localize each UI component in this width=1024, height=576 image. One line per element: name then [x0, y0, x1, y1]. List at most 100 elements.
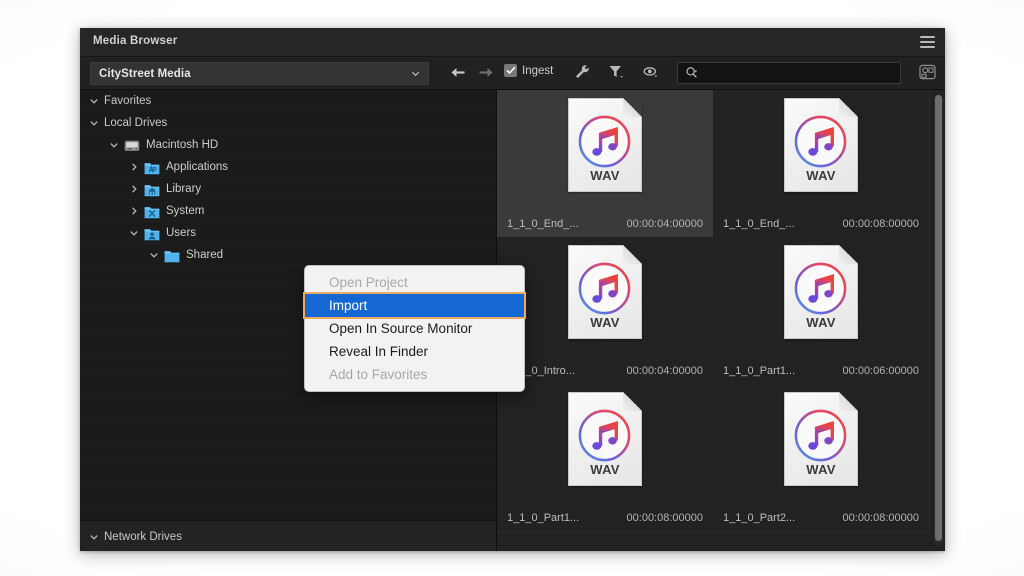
search-input[interactable]	[677, 62, 901, 84]
thumbnail-icon-wrap: WAV	[713, 392, 929, 486]
wav-file-icon: WAV	[568, 98, 642, 192]
context-menu-item-label: Open In Source Monitor	[329, 321, 472, 336]
twisty-down-icon[interactable]	[88, 95, 100, 107]
vertical-scrollbar[interactable]	[934, 94, 943, 546]
thumbnail-meta: 1_1_0_Part1...00:00:06:00000	[713, 365, 929, 377]
context-menu-item-import[interactable]: Import	[305, 294, 524, 317]
media-file-name: 1_1_0_End_...	[723, 218, 795, 230]
folder-users-icon	[144, 226, 160, 241]
ingest-checkbox[interactable]: Ingest	[504, 64, 553, 77]
file-kind-label: WAV	[784, 168, 858, 183]
media-duration: 00:00:08:00000	[843, 218, 919, 230]
arrow-right-icon[interactable]	[478, 66, 494, 79]
thumbnail-view-icon[interactable]	[919, 64, 936, 80]
media-file-name: 1_1_0_Part1...	[507, 512, 579, 524]
thumbnail-icon-wrap: WAV	[713, 98, 929, 192]
sidebar-item-macintosh-hd[interactable]: Macintosh HD	[80, 134, 496, 156]
harddrive-icon	[124, 138, 140, 153]
context-menu-item-label: Open Project	[329, 275, 408, 290]
eye-icon[interactable]	[643, 64, 659, 80]
media-file-name: 1_1_0_Part1...	[723, 365, 795, 377]
twisty-down-icon[interactable]	[108, 139, 120, 151]
file-kind-label: WAV	[568, 462, 642, 477]
music-note-icon	[577, 261, 632, 316]
media-thumbnail-cell[interactable]: WAV 1_1_0_End_...00:00:04:00000	[497, 90, 714, 238]
sidebar-item-label: Shared	[186, 249, 223, 261]
folder-icon	[164, 248, 180, 263]
media-thumbnail-pane: WAV1_1_0_End_...00:00:04:00000WAV1_1_0_E…	[496, 90, 945, 551]
thumbnail-icon-wrap: WAV	[497, 245, 713, 339]
wav-file-icon: WAV	[784, 245, 858, 339]
wav-file-icon: WAV	[568, 245, 642, 339]
music-note-icon	[793, 261, 848, 316]
media-thumbnail-cell[interactable]: WAV 1_1_0_End_... 00:00:08:00000	[713, 90, 930, 238]
sidebar-item-network-drives[interactable]: Network Drives	[80, 521, 496, 551]
sidebar-item-system[interactable]: System	[80, 200, 496, 222]
sidebar-item-label: Macintosh HD	[146, 139, 218, 151]
folder-applications-icon	[144, 160, 160, 175]
sidebar-item-label: Library	[166, 183, 201, 195]
music-note-icon	[793, 408, 848, 463]
media-grid: WAV1_1_0_End_...00:00:04:00000WAV1_1_0_E…	[497, 90, 945, 551]
path-dropdown[interactable]: CityStreet Media	[90, 62, 429, 85]
media-thumbnail-cell[interactable]: WAV 1_1_0_Intro...00:00:04:00000	[497, 237, 714, 385]
media-duration: 00:00:08:00000	[627, 512, 703, 524]
thumbnail-icon-wrap: WAV	[497, 392, 713, 486]
thumbnail-meta: 1_1_0_Part2... 00:00:08:00000	[713, 512, 929, 524]
chevron-down-icon	[411, 69, 420, 78]
wrench-icon[interactable]	[574, 64, 590, 80]
panel-title: Media Browser	[93, 35, 177, 47]
funnel-icon[interactable]	[608, 64, 624, 80]
check-icon	[506, 66, 516, 75]
thumbnail-icon-wrap: WAV	[497, 98, 713, 192]
media-duration: 00:00:08:00000	[843, 512, 919, 524]
thumbnail-meta: 1_1_0_End_...00:00:04:00000	[497, 218, 713, 230]
wav-file-icon: WAV	[568, 392, 642, 486]
twisty-right-icon[interactable]	[128, 183, 140, 195]
path-dropdown-value: CityStreet Media	[91, 68, 191, 80]
twisty-right-icon[interactable]	[128, 161, 140, 173]
media-thumbnail-cell[interactable]: WAV 1_1_0_Part2... 00:00:08:00000	[713, 384, 930, 532]
network-drives-bar[interactable]: Network Drives	[80, 520, 496, 551]
folder-library-icon	[144, 182, 160, 197]
twisty-down-icon[interactable]	[88, 117, 100, 129]
sidebar-item-shared[interactable]: Shared	[80, 244, 496, 266]
sidebar-item-label: Network Drives	[104, 531, 182, 543]
nav-arrows	[450, 66, 494, 79]
wav-file-icon: WAV	[784, 98, 858, 192]
media-duration: 00:00:04:00000	[627, 218, 703, 230]
file-kind-label: WAV	[784, 462, 858, 477]
media-file-name: 1_1_0_Part2...	[723, 512, 795, 524]
sidebar-item-library[interactable]: Library	[80, 178, 496, 200]
sidebar-item-label: Applications	[166, 161, 228, 173]
context-menu-item-reveal-in-finder[interactable]: Reveal In Finder	[305, 340, 524, 363]
twisty-down-icon[interactable]	[128, 227, 140, 239]
music-note-icon	[577, 408, 632, 463]
thumbnail-meta: 1_1_0_End_... 00:00:08:00000	[713, 218, 929, 230]
checkbox-box	[504, 64, 517, 77]
twisty-right-icon[interactable]	[128, 205, 140, 217]
arrow-left-icon[interactable]	[450, 66, 466, 79]
thumbnail-icon-wrap: WAV	[713, 245, 929, 339]
file-kind-label: WAV	[784, 315, 858, 330]
context-menu-item-open-in-source-monitor[interactable]: Open In Source Monitor	[305, 317, 524, 340]
media-browser-panel: Media Browser CityStreet Media	[80, 28, 945, 551]
wav-file-icon: WAV	[784, 392, 858, 486]
thumbnail-meta: 1_1_0_Intro...00:00:04:00000	[497, 365, 713, 377]
folder-system-icon	[144, 204, 160, 219]
sidebar-item-label: System	[166, 205, 204, 217]
panel-menu-icon[interactable]	[920, 36, 935, 48]
context-menu-item-label: Reveal In Finder	[329, 344, 428, 359]
sidebar-item-favorites[interactable]: Favorites	[80, 90, 496, 112]
media-thumbnail-cell[interactable]: WAV 1_1_0_Part1... 00:00:08:00000	[497, 384, 714, 532]
twisty-down-icon[interactable]	[88, 531, 100, 543]
sidebar-item-label: Local Drives	[104, 117, 167, 129]
sidebar-item-applications[interactable]: Applications	[80, 156, 496, 178]
scrollbar-thumb[interactable]	[935, 95, 942, 541]
sidebar-item-users[interactable]: Users	[80, 222, 496, 244]
file-kind-label: WAV	[568, 168, 642, 183]
file-kind-label: WAV	[568, 315, 642, 330]
sidebar-item-local-drives[interactable]: Local Drives	[80, 112, 496, 134]
twisty-down-icon[interactable]	[148, 249, 160, 261]
media-thumbnail-cell[interactable]: WAV 1_1_0_Part1...00:00:06:00000	[713, 237, 930, 385]
